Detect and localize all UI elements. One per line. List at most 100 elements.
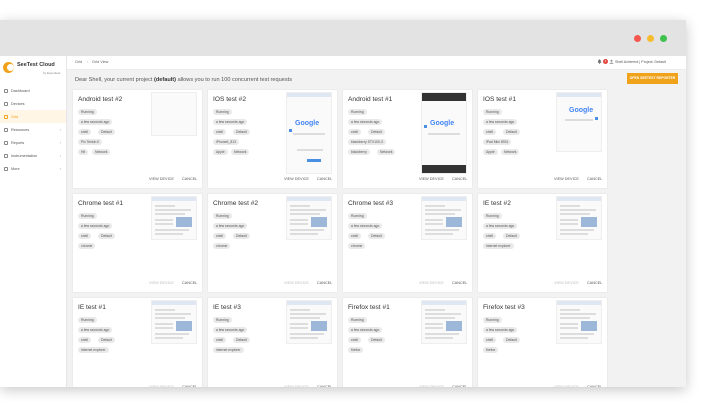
project-badge: Default bbox=[233, 129, 250, 135]
start-time-badge: a few seconds ago bbox=[348, 119, 383, 125]
cancel-button[interactable]: CANCEL bbox=[182, 177, 197, 181]
start-time-badge: a few seconds ago bbox=[348, 327, 383, 333]
browser-screenshot[interactable] bbox=[286, 196, 332, 240]
project-badge: Default bbox=[503, 233, 520, 239]
view-device-button[interactable]: VIEW DEVICE bbox=[149, 281, 174, 285]
test-card[interactable]: Chrome test #3 Running a few seconds ago sh… bbox=[343, 194, 472, 292]
sidebar-item-resources[interactable]: Resources › bbox=[0, 123, 66, 136]
test-card[interactable]: Google IOS test #1 Running a few seconds ag… bbox=[478, 90, 607, 188]
page-line bbox=[560, 233, 588, 235]
user-project-info[interactable]: Shell Achterrot | Project: Default bbox=[615, 60, 666, 64]
sidebar-item-label: More bbox=[11, 166, 20, 171]
browser-screenshot[interactable] bbox=[556, 300, 602, 344]
view-device-button[interactable]: VIEW DEVICE bbox=[419, 177, 444, 181]
cancel-button[interactable]: CANCEL bbox=[182, 281, 197, 285]
logo-text: SeeTest Cloud bbox=[17, 62, 55, 68]
test-card[interactable]: Google Android test #1 Running a few second… bbox=[343, 90, 472, 188]
window-close-button[interactable] bbox=[634, 35, 641, 42]
view-device-button[interactable]: VIEW DEVICE bbox=[149, 177, 174, 181]
tag-badge: Network bbox=[231, 149, 250, 155]
cancel-button[interactable]: CANCEL bbox=[317, 385, 332, 387]
device-screenshot[interactable]: Google bbox=[421, 92, 467, 174]
page-line bbox=[290, 213, 320, 215]
cancel-button[interactable]: CANCEL bbox=[317, 281, 332, 285]
test-card[interactable]: Firefox test #3 Running a few seconds ago s… bbox=[478, 298, 607, 387]
browser-screenshot[interactable] bbox=[151, 300, 197, 344]
test-card[interactable]: IE test #1 Running a few seconds ago shell D… bbox=[73, 298, 202, 387]
view-device-button[interactable]: VIEW DEVICE bbox=[554, 385, 579, 387]
page-line bbox=[155, 309, 175, 311]
app-logo[interactable]: SeeTest Cloud by Experitest bbox=[3, 61, 65, 79]
sidebar-item-dashboard[interactable]: Dashboard bbox=[0, 84, 66, 97]
sidebar-item-instrumentation[interactable]: Instrumentation › bbox=[0, 149, 66, 162]
window-minimize-button[interactable] bbox=[647, 35, 654, 42]
page-line bbox=[155, 317, 185, 319]
view-device-button[interactable]: VIEW DEVICE bbox=[554, 177, 579, 181]
browser-toolbar bbox=[287, 197, 331, 201]
page-line bbox=[560, 309, 580, 311]
test-card[interactable]: Firefox test #1 Running a few seconds ago s… bbox=[343, 298, 472, 387]
status-badge: Running bbox=[78, 317, 97, 323]
cancel-button[interactable]: CANCEL bbox=[587, 281, 602, 285]
cancel-button[interactable]: CANCEL bbox=[182, 385, 197, 387]
open-reporter-button[interactable]: OPEN SEETEST REPORTER bbox=[627, 73, 678, 84]
browser-screenshot[interactable] bbox=[421, 300, 467, 344]
logo-mark-icon bbox=[3, 62, 14, 73]
user-badge: shell bbox=[213, 337, 226, 343]
cancel-button[interactable]: CANCEL bbox=[317, 177, 332, 181]
page-line bbox=[425, 333, 459, 335]
device-screenshot[interactable]: Google bbox=[556, 92, 602, 152]
test-card[interactable]: IE test #2 Running a few seconds ago shell D… bbox=[478, 194, 607, 292]
breadcrumb-grid[interactable]: Grid bbox=[75, 60, 82, 64]
cancel-button[interactable]: CANCEL bbox=[452, 177, 467, 181]
project-badge: Default bbox=[98, 129, 115, 135]
test-card[interactable]: Google IOS test #2 Running a few seconds ag… bbox=[208, 90, 337, 188]
card-title: Chrome test #1 bbox=[78, 200, 124, 207]
browser-screenshot[interactable] bbox=[286, 300, 332, 344]
bell-icon[interactable] bbox=[597, 59, 602, 64]
view-device-button[interactable]: VIEW DEVICE bbox=[419, 281, 444, 285]
user-icon[interactable] bbox=[609, 59, 614, 64]
test-card[interactable]: Chrome test #2 Running a few seconds ago sh… bbox=[208, 194, 337, 292]
test-card[interactable]: Android test #2 Running a few seconds ago s… bbox=[73, 90, 202, 188]
sidebar-item-devices[interactable]: Devices bbox=[0, 97, 66, 110]
page-line bbox=[425, 323, 443, 325]
test-card[interactable]: IE test #3 Running a few seconds ago shell D… bbox=[208, 298, 337, 387]
view-device-button[interactable]: VIEW DEVICE bbox=[149, 385, 174, 387]
device-screenshot[interactable] bbox=[151, 92, 197, 136]
browser-screenshot[interactable] bbox=[556, 196, 602, 240]
view-device-button[interactable]: VIEW DEVICE bbox=[284, 385, 309, 387]
view-device-button[interactable]: VIEW DEVICE bbox=[284, 177, 309, 181]
page-line bbox=[425, 309, 445, 311]
sidebar-item-grid[interactable]: Grid bbox=[0, 110, 66, 123]
device-screenshot[interactable]: Google bbox=[286, 92, 332, 174]
cancel-button[interactable]: CANCEL bbox=[452, 385, 467, 387]
breadcrumb-separator: › bbox=[87, 60, 89, 64]
page-line bbox=[290, 209, 326, 211]
browser-screenshot[interactable] bbox=[421, 196, 467, 240]
page-image bbox=[581, 321, 597, 331]
view-device-button[interactable]: VIEW DEVICE bbox=[284, 281, 309, 285]
page-image bbox=[311, 217, 327, 227]
sidebar-item-more[interactable]: More › bbox=[0, 162, 66, 175]
project-badge: Default bbox=[503, 129, 520, 135]
page-line bbox=[155, 205, 175, 207]
message-project: (default) bbox=[153, 77, 177, 83]
view-device-button[interactable]: VIEW DEVICE bbox=[554, 281, 579, 285]
browser-screenshot[interactable] bbox=[151, 196, 197, 240]
reports-icon bbox=[4, 140, 8, 145]
notification-badge: 2 bbox=[603, 59, 608, 64]
project-badge: Default bbox=[233, 337, 250, 343]
test-card[interactable]: Chrome test #1 Running a few seconds ago sh… bbox=[73, 194, 202, 292]
cancel-button[interactable]: CANCEL bbox=[452, 281, 467, 285]
chevron-right-icon: › bbox=[59, 166, 61, 171]
window-maximize-button[interactable] bbox=[660, 35, 667, 42]
concurrency-message: Dear Shell, your current project (defaul… bbox=[75, 77, 292, 83]
page-line bbox=[560, 223, 578, 225]
view-device-button[interactable]: VIEW DEVICE bbox=[419, 385, 444, 387]
top-bar: Grid › Grid View 2 Shell Achterrot | Pro… bbox=[67, 56, 686, 70]
cancel-button[interactable]: CANCEL bbox=[587, 385, 602, 387]
card-title: Android test #1 bbox=[348, 96, 393, 103]
cancel-button[interactable]: CANCEL bbox=[587, 177, 602, 181]
sidebar-item-reports[interactable]: Reports › bbox=[0, 136, 66, 149]
